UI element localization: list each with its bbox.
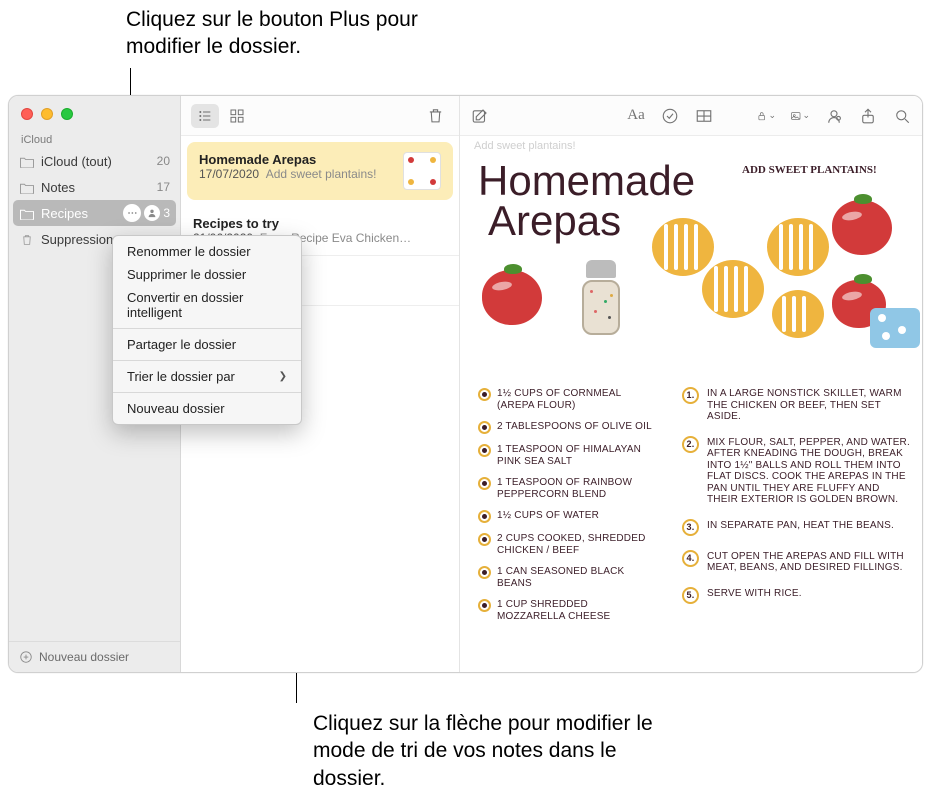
folder-label: iCloud (tout): [41, 154, 112, 169]
window-controls: [9, 96, 180, 128]
menu-separator: [113, 360, 301, 361]
note-body[interactable]: Add sweet plantains! HomemadeArepas ADD …: [460, 136, 922, 672]
checklist-button[interactable]: [660, 106, 680, 126]
collaborate-button[interactable]: [824, 106, 844, 126]
menu-separator: [113, 392, 301, 393]
grid-view-button[interactable]: [223, 104, 251, 128]
new-folder-label: Nouveau dossier: [39, 650, 129, 664]
menu-rename-folder[interactable]: Renommer le dossier: [113, 240, 301, 263]
note-sketch: HomemadeArepas ADD SWEET PLANTAINS!: [472, 140, 910, 662]
cheese-icon: [870, 290, 920, 348]
note-snippet: Add sweet plantains!: [266, 167, 377, 181]
menu-new-folder[interactable]: Nouveau dossier: [113, 397, 301, 420]
folder-label: Suppressions: [41, 232, 120, 247]
delete-note-button[interactable]: [421, 104, 449, 128]
steps-list: 1.In a large nonstick skillet, warm the …: [682, 388, 910, 619]
folder-count: 20: [157, 154, 170, 168]
plus-circle-icon: [19, 650, 33, 664]
chevron-right-icon: ❯: [279, 371, 287, 382]
list-toolbar: [181, 96, 459, 136]
note-item-homemade-arepas[interactable]: Homemade Arepas 17/07/2020 Add sweet pla…: [187, 142, 453, 200]
list-view-button[interactable]: [191, 104, 219, 128]
shared-folder-icon: [144, 205, 160, 221]
format-button[interactable]: Aa: [626, 106, 646, 126]
onion-icon: [767, 218, 829, 276]
folder-notes[interactable]: Notes 17: [9, 174, 180, 200]
new-folder-button[interactable]: Nouveau dossier: [9, 641, 180, 672]
callout-top: Cliquez sur le bouton Plus pour modifier…: [126, 6, 426, 61]
menu-separator: [113, 328, 301, 329]
recipe-annotation: ADD SWEET PLANTAINS!: [742, 164, 877, 176]
menu-convert-smart-folder[interactable]: Convertir en dossier intelligent: [113, 286, 301, 324]
fullscreen-window-button[interactable]: [61, 108, 73, 120]
note-title: Recipes to try: [193, 216, 447, 231]
note-title: Homemade Arepas: [199, 152, 395, 167]
search-button[interactable]: [892, 106, 912, 126]
folder-more-button[interactable]: ⋯: [123, 204, 141, 222]
shaker-icon: [582, 260, 620, 338]
table-button[interactable]: [694, 106, 714, 126]
menu-sort-folder-by[interactable]: Trier le dossier par❯: [113, 365, 301, 388]
onion-icon: [772, 290, 824, 338]
folder-recipes[interactable]: Recipes ⋯ 3: [13, 200, 176, 226]
folder-count: 17: [157, 180, 170, 194]
onion-icon: [702, 260, 764, 318]
note-thumbnail: [403, 152, 441, 190]
sidebar-section-label: iCloud: [9, 128, 180, 148]
content-toolbar: Aa ⌄ ⌄: [460, 96, 922, 136]
compose-button[interactable]: [470, 106, 490, 126]
close-window-button[interactable]: [21, 108, 33, 120]
share-button[interactable]: [858, 106, 878, 126]
media-button[interactable]: ⌄: [790, 106, 810, 126]
tomato-icon: [832, 200, 892, 255]
folder-count: 3: [163, 206, 170, 220]
tomato-icon: [482, 270, 542, 325]
note-content-pane: Aa ⌄ ⌄ Add sweet plantains! HomemadeArep…: [460, 96, 922, 672]
menu-share-folder[interactable]: Partager le dossier: [113, 333, 301, 356]
lock-button[interactable]: ⌄: [756, 106, 776, 126]
folder-label: Recipes: [41, 206, 88, 221]
note-date: 17/07/2020: [199, 167, 259, 181]
callout-bottom: Cliquez sur la flèche pour modifier le m…: [313, 710, 653, 792]
folder-context-menu: Renommer le dossier Supprimer le dossier…: [112, 235, 302, 425]
folder-label: Notes: [41, 180, 75, 195]
minimize-window-button[interactable]: [41, 108, 53, 120]
menu-delete-folder[interactable]: Supprimer le dossier: [113, 263, 301, 286]
ingredients-list: 1½ cups of cornmeal (arepa flour) 2 tabl…: [478, 388, 658, 632]
folder-icloud-all[interactable]: iCloud (tout) 20: [9, 148, 180, 174]
